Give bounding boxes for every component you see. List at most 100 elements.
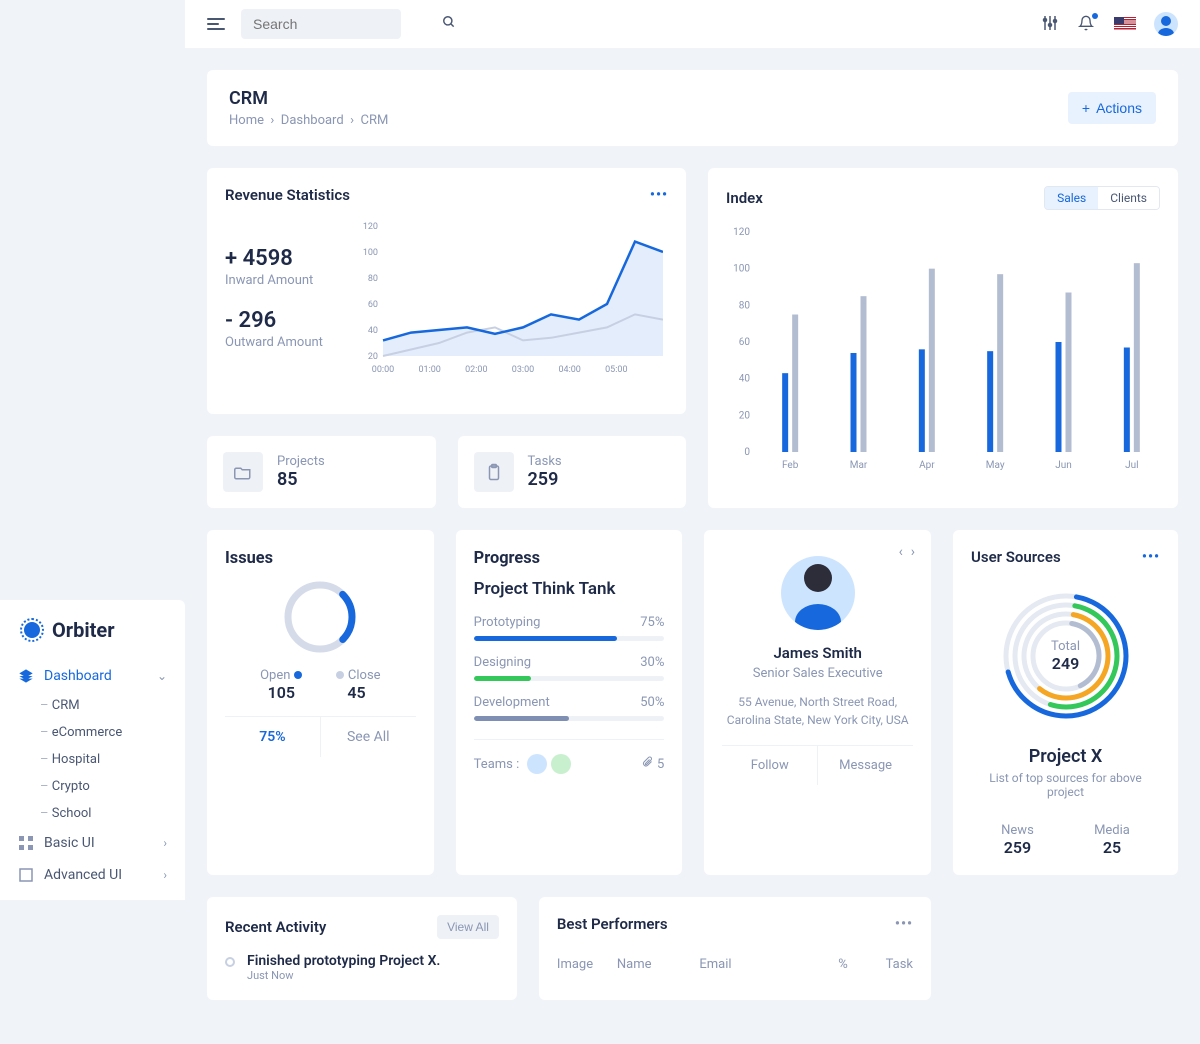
progress-project: Project Think Tank <box>474 579 665 599</box>
svg-text:120: 120 <box>733 227 750 238</box>
bell-icon[interactable] <box>1078 15 1096 33</box>
sidebar-item-basic-ui[interactable]: Basic UI › <box>0 827 185 859</box>
chevron-right-icon: › <box>163 836 167 850</box>
sources-ring-chart: Total 249 <box>971 586 1160 726</box>
svg-text:40: 40 <box>739 374 751 385</box>
svg-text:03:00: 03:00 <box>512 365 534 375</box>
svg-text:80: 80 <box>739 300 751 311</box>
next-icon[interactable]: › <box>911 544 915 560</box>
breadcrumb-item: CRM <box>360 113 388 128</box>
svg-text:100: 100 <box>733 264 750 275</box>
follow-button[interactable]: Follow <box>722 746 818 785</box>
profile-card: ‹ › James Smith Senior Sales Executive 5… <box>704 530 931 875</box>
tab-sales[interactable]: Sales <box>1045 187 1098 209</box>
svg-text:Feb: Feb <box>782 460 799 471</box>
settings-sliders-icon[interactable] <box>1042 15 1060 33</box>
svg-text:120: 120 <box>363 222 378 232</box>
team-avatars <box>527 754 571 774</box>
tab-clients[interactable]: Clients <box>1098 187 1159 209</box>
prev-icon[interactable]: ‹ <box>899 544 903 560</box>
progress-item: Development50% <box>474 695 665 721</box>
more-icon[interactable]: ••• <box>895 916 913 932</box>
card-title: Revenue Statistics <box>225 186 350 204</box>
inward-value: + 4598 <box>225 246 323 271</box>
svg-text:05:00: 05:00 <box>605 365 627 375</box>
svg-text:Jul: Jul <box>1125 460 1138 471</box>
svg-text:100: 100 <box>363 248 378 258</box>
breadcrumb-item[interactable]: Dashboard <box>281 113 344 128</box>
recent-activity-card: Recent Activity View All Finished protot… <box>207 897 517 1000</box>
card-title: Index <box>726 189 763 207</box>
svg-text:20: 20 <box>368 352 378 362</box>
svg-text:60: 60 <box>368 300 378 310</box>
svg-text:80: 80 <box>368 274 378 284</box>
page-title: CRM <box>229 88 388 109</box>
view-all-button[interactable]: View All <box>437 915 499 939</box>
profile-name: James Smith <box>722 644 913 662</box>
folder-icon <box>223 452 263 492</box>
svg-text:May: May <box>986 460 1005 471</box>
profile-avatar <box>781 556 855 630</box>
sidebar-subitem[interactable]: Crypto <box>0 773 185 800</box>
breadcrumb-item[interactable]: Home <box>229 113 264 128</box>
clipboard-icon <box>474 452 514 492</box>
svg-text:0: 0 <box>744 447 750 458</box>
index-card: Index Sales Clients 020406080100120FebMa… <box>708 168 1178 508</box>
card-title: Issues <box>225 548 416 567</box>
layers-icon <box>18 668 34 684</box>
card-title: User Sources <box>971 548 1061 566</box>
more-icon[interactable]: ••• <box>1142 549 1160 565</box>
message-button[interactable]: Message <box>818 746 913 785</box>
user-avatar[interactable] <box>1154 12 1178 36</box>
progress-item: Prototyping75% <box>474 615 665 641</box>
see-all-button[interactable]: See All <box>321 717 416 757</box>
actions-button[interactable]: + Actions <box>1068 92 1156 124</box>
revenue-card: Revenue Statistics ••• + 4598 Inward Amo… <box>207 168 686 414</box>
svg-text:40: 40 <box>368 326 378 336</box>
user-sources-card: User Sources ••• Total <box>953 530 1178 875</box>
app-name: Orbiter <box>52 618 115 642</box>
breadcrumb: Home › Dashboard › CRM <box>229 113 388 128</box>
revenue-line-chart: 2040608010012000:0001:0002:0003:0004:000… <box>353 216 668 396</box>
sidebar-item-dashboard[interactable]: Dashboard ⌄ <box>0 660 185 692</box>
menu-toggle-icon[interactable] <box>207 15 225 33</box>
card-title: Progress <box>474 548 665 567</box>
projects-stat-card: Projects 85 <box>207 436 436 508</box>
sidebar-subitem[interactable]: CRM <box>0 692 185 719</box>
search-icon <box>442 15 456 33</box>
table-header: Image Name Email % Task <box>557 945 913 972</box>
tasks-stat-card: Tasks 259 <box>458 436 687 508</box>
paperclip-icon <box>641 756 653 772</box>
box-icon <box>18 867 34 883</box>
topbar <box>185 0 1200 48</box>
outward-value: - 296 <box>225 308 323 333</box>
outward-label: Outward Amount <box>225 335 323 350</box>
timeline-dot-icon <box>225 957 235 967</box>
card-title: Best Performers <box>557 915 668 933</box>
best-performers-card: Best Performers ••• Image Name Email % T… <box>539 897 931 1000</box>
issues-donut-chart <box>280 577 360 657</box>
chevron-down-icon: ⌄ <box>157 669 167 683</box>
activity-item: Finished prototyping Project X. Just Now <box>225 953 499 982</box>
sidebar-subitem[interactable]: eCommerce <box>0 719 185 746</box>
app-logo[interactable]: Orbiter <box>0 600 185 660</box>
sidebar: Orbiter Dashboard ⌄ CRMeCommerceHospital… <box>0 600 185 900</box>
grid-icon <box>18 835 34 851</box>
more-icon[interactable]: ••• <box>650 187 668 203</box>
progress-card: Progress Project Think Tank Prototyping7… <box>456 530 683 875</box>
sidebar-subitem[interactable]: Hospital <box>0 746 185 773</box>
svg-text:Mar: Mar <box>850 460 868 471</box>
svg-text:04:00: 04:00 <box>558 365 580 375</box>
flag-icon[interactable] <box>1114 17 1136 31</box>
issues-card: Issues Open 105 Close 45 75% <box>207 530 434 875</box>
sidebar-subitem[interactable]: School <box>0 800 185 827</box>
sidebar-item-advanced-ui[interactable]: Advanced UI › <box>0 859 185 891</box>
avatar <box>551 754 571 774</box>
svg-text:Jun: Jun <box>1055 460 1072 471</box>
svg-text:60: 60 <box>739 337 751 348</box>
avatar <box>527 754 547 774</box>
svg-text:02:00: 02:00 <box>465 365 487 375</box>
search-box[interactable] <box>241 9 401 39</box>
search-input[interactable] <box>253 16 434 32</box>
plus-icon: + <box>1082 100 1090 116</box>
